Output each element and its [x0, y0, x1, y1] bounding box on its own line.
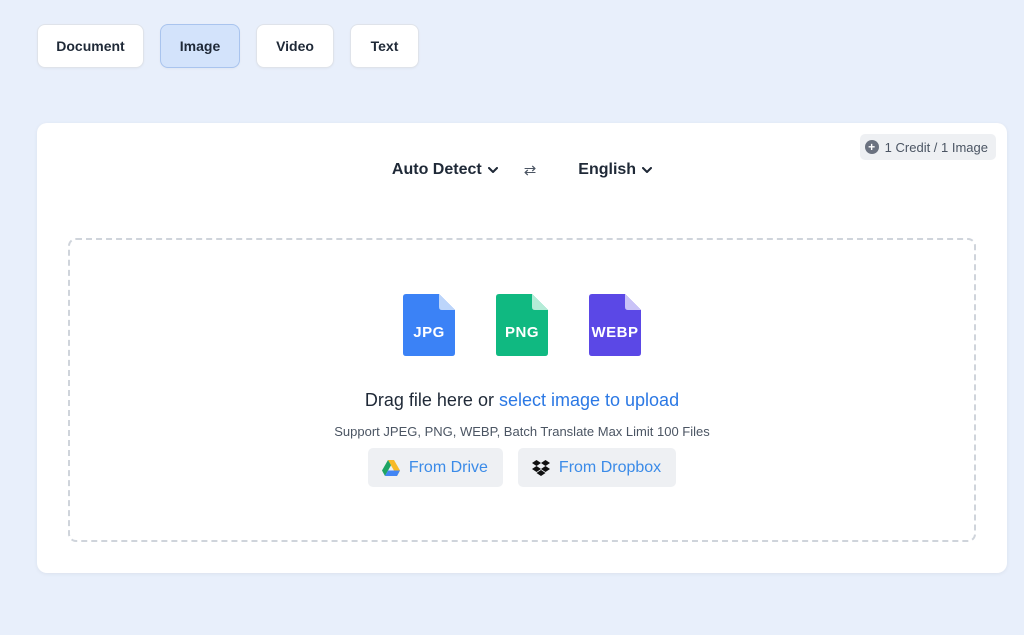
- select-image-link[interactable]: select image to upload: [499, 390, 679, 410]
- tab-video[interactable]: Video: [256, 24, 334, 68]
- chevron-down-icon: [642, 166, 653, 173]
- source-language-label: Auto Detect: [391, 161, 482, 178]
- webp-label: WEBP: [591, 324, 639, 341]
- translate-card: + 1 Credit / 1 Image Auto Detect ⇄ Engli…: [37, 123, 1007, 573]
- credit-text: 1 Credit / 1 Image: [884, 139, 988, 155]
- chevron-down-icon: [487, 166, 498, 173]
- from-dropbox-label: From Dropbox: [558, 458, 662, 476]
- from-drive-label: From Drive: [408, 458, 488, 476]
- target-language-select[interactable]: English: [578, 161, 653, 179]
- google-drive-icon: [381, 459, 400, 476]
- language-selector-row: Auto Detect ⇄ English: [37, 161, 1007, 179]
- png-file-icon: PNG: [496, 294, 548, 356]
- cloud-sources: From Drive From Dropbox: [70, 448, 974, 487]
- mode-tabs: Document Image Video Text: [37, 24, 419, 68]
- support-text: Support JPEG, PNG, WEBP, Batch Translate…: [334, 424, 710, 439]
- jpg-label: JPG: [413, 324, 445, 341]
- tab-text[interactable]: Text: [350, 24, 419, 68]
- tab-document[interactable]: Document: [37, 24, 144, 68]
- swap-languages-icon[interactable]: ⇄: [524, 161, 537, 179]
- target-language-label: English: [578, 161, 637, 178]
- from-dropbox-button[interactable]: From Dropbox: [517, 448, 677, 487]
- drag-instructions: Drag file here or select image to upload: [70, 390, 974, 411]
- webp-file-icon: WEBP: [589, 294, 641, 356]
- source-language-select[interactable]: Auto Detect: [392, 161, 498, 179]
- jpg-file-icon: JPG: [403, 294, 455, 356]
- tab-image[interactable]: Image: [160, 24, 240, 68]
- drag-text: Drag file here or: [364, 390, 494, 410]
- png-label: PNG: [504, 324, 539, 341]
- file-dropzone[interactable]: JPG PNG WEBP Drag file here or select im…: [68, 238, 976, 542]
- from-drive-button[interactable]: From Drive: [367, 448, 503, 487]
- credit-coin-icon: +: [864, 140, 879, 154]
- file-type-icons: JPG PNG WEBP: [70, 294, 974, 356]
- dropbox-icon: [531, 459, 550, 476]
- credit-badge: + 1 Credit / 1 Image: [859, 134, 996, 160]
